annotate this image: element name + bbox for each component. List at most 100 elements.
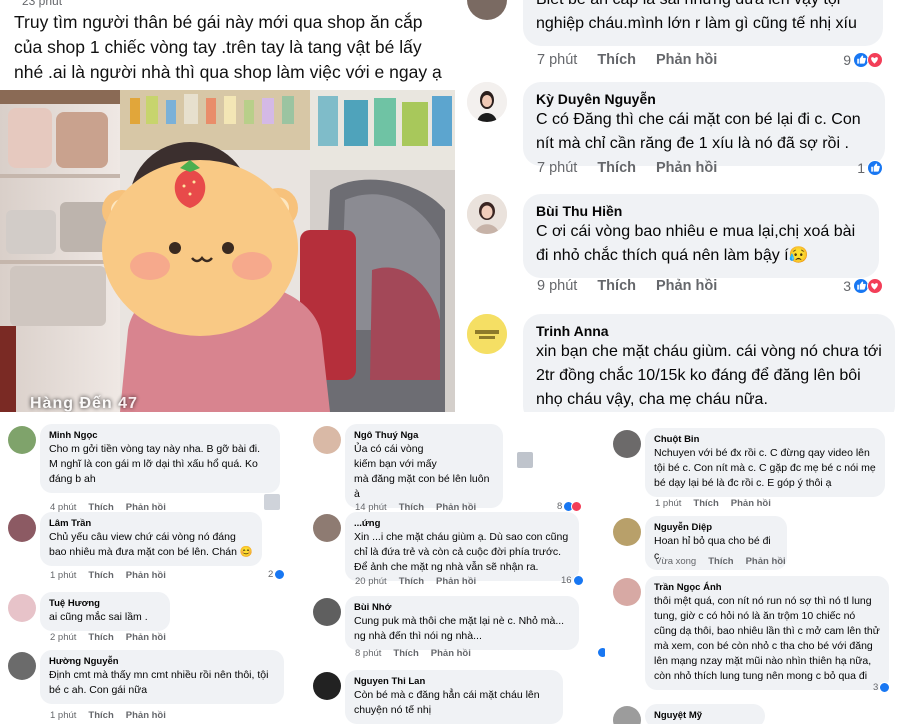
like-button[interactable]: Thích [597, 278, 636, 294]
comment-text: Chủ yếu câu view chứ cái vòng nó đáng ba… [49, 531, 253, 558]
comment-bubble: Nguyệt Mỹ [645, 704, 765, 724]
commenter-name[interactable]: Nguyệt Mỹ [654, 709, 756, 722]
avatar[interactable] [8, 652, 36, 680]
reply-button[interactable]: Phản hồi [126, 632, 166, 643]
commenter-name[interactable]: Bùi Nhớ [354, 601, 570, 614]
comment-time[interactable]: 1 phút [655, 498, 681, 509]
comment-text: C ơi cái vòng bao nhiêu e mua lại,chị xo… [536, 223, 856, 264]
avatar[interactable] [313, 672, 341, 700]
comment-time[interactable]: Vừa xong [655, 556, 696, 567]
love-reaction-icon [571, 501, 583, 512]
commenter-name[interactable]: Lâm Trần [49, 517, 253, 530]
commenter-name[interactable]: Trinh Anna [536, 322, 882, 340]
avatar[interactable] [467, 0, 507, 20]
avatar[interactable] [467, 194, 507, 234]
like-button[interactable]: Thích [88, 710, 113, 721]
reply-button[interactable]: Phản hồi [746, 556, 786, 567]
sticker-icon [264, 494, 280, 510]
comment-time[interactable]: 2 phút [50, 632, 76, 643]
reaction-count: 3 [873, 682, 879, 693]
comment-time[interactable]: 8 phút [355, 648, 381, 659]
reaction-count: 9 [843, 52, 851, 68]
commenter-name[interactable]: Bùi Thu Hiền [536, 202, 866, 220]
comment-actions: Vừa xong Thích Phản hồi [655, 556, 786, 567]
comment-bubble: Minh Ngọc Cho m gởi tiền vòng tay này nh… [40, 424, 280, 493]
like-button[interactable]: Thích [693, 498, 718, 509]
post-timestamp[interactable]: 23 phút [22, 0, 62, 8]
comment-time[interactable]: 1 phút [50, 710, 76, 721]
comment-bubble: Biết bé ăn cắp là sai nhưng đưa lên vậy … [523, 0, 883, 46]
reply-button[interactable]: Phản hồi [126, 710, 166, 721]
comment-time[interactable]: 9 phút [537, 278, 577, 294]
comment-text: Cung puk mà thôi che mặt lại nè c. Nhỏ m… [354, 615, 565, 642]
avatar[interactable] [613, 578, 641, 606]
reaction-summary[interactable] [597, 647, 605, 658]
commenter-name[interactable]: Tuệ Hương [49, 597, 161, 610]
commenter-name[interactable]: Kỳ Duyên Nguyễn [536, 90, 872, 108]
like-button[interactable]: Thích [393, 648, 418, 659]
commenter-name[interactable]: Trần Ngọc Ánh [654, 581, 880, 594]
like-button[interactable]: Thích [597, 52, 636, 68]
comment-actions: 7 phút Thích Phản hồi [537, 160, 717, 176]
comment-bubble: Tuệ Hương ai cũng mắc sai lầm . [40, 592, 170, 631]
comment-text: thôi mệt quá, con nít nó run nó sợ thì n… [654, 595, 880, 682]
commenter-name[interactable]: Nguyen Thi Lan [354, 675, 554, 688]
comment-time[interactable]: 7 phút [537, 160, 577, 176]
reaction-count: 1 [857, 160, 865, 176]
reply-button[interactable]: Phản hồi [656, 278, 717, 294]
avatar[interactable] [8, 594, 36, 622]
comment-time[interactable]: 1 phút [50, 570, 76, 581]
reaction-summary[interactable]: 3 [843, 278, 883, 294]
commenter-name[interactable]: Hường Nguyễn [49, 655, 275, 668]
avatar[interactable] [313, 598, 341, 626]
like-reaction-icon [879, 682, 891, 693]
like-button[interactable]: Thích [399, 576, 424, 587]
reaction-summary[interactable]: 2 [268, 569, 286, 580]
commenter-name[interactable]: ...ứng [354, 517, 570, 530]
reply-button[interactable]: Phản hồi [731, 498, 771, 509]
avatar[interactable] [467, 82, 507, 122]
love-reaction-icon [867, 278, 883, 294]
like-button[interactable]: Thích [708, 556, 733, 567]
post-photo[interactable]: Hàng Đến 47 [0, 90, 455, 412]
comment-column-1: Minh Ngọc Cho m gởi tiền vòng tay này nh… [0, 412, 300, 724]
comment-actions: 1 phút Thích Phản hồi [50, 710, 166, 721]
reply-button[interactable]: Phản hồi [656, 160, 717, 176]
avatar[interactable] [313, 426, 341, 454]
reply-button[interactable]: Phản hồi [126, 570, 166, 581]
avatar[interactable] [613, 518, 641, 546]
reaction-summary[interactable]: 8 [557, 501, 583, 512]
like-button[interactable]: Thích [88, 632, 113, 643]
comment-bubble: Nguyen Thi Lan Còn bé mà c đăng hẳn cái … [345, 670, 563, 724]
post-text: Truy tìm người thân bé gái này mới qua s… [14, 12, 442, 82]
avatar[interactable] [467, 314, 507, 354]
commenter-name[interactable]: Nguyễn Diệp [654, 521, 778, 534]
avatar[interactable] [313, 514, 341, 542]
reply-button[interactable]: Phản hồi [436, 576, 476, 587]
reaction-summary[interactable]: 1 [857, 160, 883, 176]
avatar[interactable] [613, 706, 641, 724]
commenter-name[interactable]: Ngô Thuý Nga [354, 429, 494, 442]
commenter-name[interactable]: Chuột Bin [654, 433, 876, 446]
avatar[interactable] [613, 430, 641, 458]
like-button[interactable]: Thích [597, 160, 636, 176]
comment-time[interactable]: 20 phút [355, 576, 387, 587]
reaction-count: 8 [557, 501, 563, 512]
like-button[interactable]: Thích [88, 570, 113, 581]
comment-actions: 1 phút Thích Phản hồi [655, 498, 771, 509]
reaction-summary[interactable]: 3 [873, 682, 891, 693]
reaction-summary[interactable]: 9 [843, 52, 883, 68]
comment-column-3: Chuột Bin Nchuyen với bé đx rồi c. C đừn… [605, 412, 900, 724]
comment-text: xin bạn che mặt cháu giùm. cái vòng nó c… [536, 343, 882, 408]
comment-bubble: Ngô Thuý Nga Ủa có cái vòng kiếm bạn với… [345, 424, 503, 508]
comment-text: Biết bé ăn cắp là sai nhưng đưa lên vậy … [536, 0, 857, 32]
reaction-summary[interactable]: 16 [561, 575, 584, 586]
commenter-name[interactable]: Minh Ngọc [49, 429, 271, 442]
like-reaction-icon [274, 569, 286, 580]
comment-text: ai cũng mắc sai lầm . [49, 611, 148, 623]
avatar[interactable] [8, 514, 36, 542]
comment-time[interactable]: 7 phút [537, 52, 577, 68]
reply-button[interactable]: Phản hồi [431, 648, 471, 659]
avatar[interactable] [8, 426, 36, 454]
reply-button[interactable]: Phản hồi [656, 52, 717, 68]
